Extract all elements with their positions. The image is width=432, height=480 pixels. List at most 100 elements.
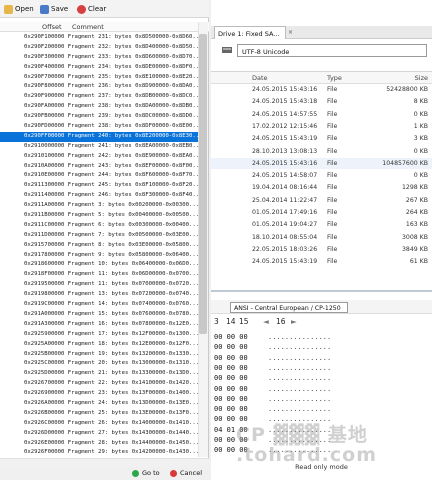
size-column-header[interactable]: Size: [415, 74, 428, 82]
fragment-row[interactable]: 0x290F100000 Fragment 231: bytes 0x8D500…: [0, 33, 198, 43]
file-row[interactable]: 24.05.2015 15:43:16 File 104857600 KB: [211, 157, 432, 169]
fragment-row[interactable]: 0x2911D00000 Fragment 7: bytes 0x0050000…: [0, 231, 198, 241]
fragment-row[interactable]: 0x2926900000 Fragment 23: bytes 0x13F000…: [0, 389, 198, 399]
open-button[interactable]: Open: [4, 3, 34, 15]
file-date: 24.05.2015 15:43:19: [252, 258, 318, 266]
type-column-header[interactable]: Type: [327, 74, 342, 82]
fragment-row[interactable]: 0x2910100000 Fragment 242: bytes 0x8E900…: [0, 152, 198, 162]
fragment-row[interactable]: 0x2925900000 Fragment 17: bytes 0x12F000…: [0, 330, 198, 340]
fragment-row[interactable]: 0x2911300000 Fragment 245: bytes 0x8F100…: [0, 181, 198, 191]
fragment-row[interactable]: 0x2919800000 Fragment 13: bytes 0x072000…: [0, 290, 198, 300]
file-row[interactable]: 24.05.2015 15:43:19 File 61 KB: [211, 256, 432, 267]
fragment-row[interactable]: 0x2926C00000 Fragment 26: bytes 0x140000…: [0, 419, 198, 429]
drive-icon: [221, 44, 233, 56]
file-row[interactable]: 22.05.2015 18:03:26 File 3849 KB: [211, 244, 432, 255]
fragment-row[interactable]: 0x290FD00000 Fragment 238: bytes 0x8DF00…: [0, 122, 198, 132]
clear-button[interactable]: Clear: [77, 3, 106, 15]
watermark: CP ▓▓▓ 基地 .tohard.com: [236, 424, 378, 466]
file-row[interactable]: 24.05.2015 15:43:16 File 52428800 KB: [211, 84, 432, 95]
goto-button[interactable]: Go to: [132, 469, 160, 477]
fragment-row[interactable]: 0x2918600000 Fragment 10: bytes 0x064000…: [0, 260, 198, 270]
date-column-header[interactable]: Date: [252, 74, 268, 82]
file-size: 104857600 KB: [382, 159, 428, 167]
fragment-row[interactable]: 0x2915700000 Fragment 8: bytes 0x03E0000…: [0, 241, 198, 251]
fragment-row[interactable]: 0x2918F00000 Fragment 11: bytes 0x06D000…: [0, 270, 198, 280]
file-row[interactable]: 24.05.2015 15:43:19 File 3 KB: [211, 133, 432, 144]
fragment-row[interactable]: 0x290F300000 Fragment 233: bytes 0x8D600…: [0, 53, 198, 63]
fragment-row[interactable]: 0x290F800000 Fragment 236: bytes 0x8D900…: [0, 82, 198, 92]
nav-value-c: 15: [239, 317, 249, 326]
fragment-row[interactable]: 0x2919C00000 Fragment 14: bytes 0x074000…: [0, 300, 198, 310]
file-size: 1298 KB: [401, 184, 428, 192]
offset-column-header[interactable]: Offset: [42, 23, 62, 31]
save-icon: [40, 4, 49, 14]
save-button[interactable]: Save: [40, 3, 68, 15]
close-icon[interactable]: ×: [288, 30, 294, 36]
hex-encoding-select[interactable]: ANSI - Central European / CP-1250: [230, 302, 348, 313]
fragment-row[interactable]: 0x2925A00000 Fragment 18: bytes 0x12E000…: [0, 340, 198, 350]
fragment-row[interactable]: 0x2917800000 Fragment 9: bytes 0x0580000…: [0, 251, 198, 261]
fragment-row[interactable]: 0x290F200000 Fragment 232: bytes 0x8D400…: [0, 43, 198, 53]
file-row[interactable]: 17.02.2012 12:15:46 File 1 KB: [211, 121, 432, 132]
file-row[interactable]: 24.05.2015 14:58:07 File 0 KB: [211, 170, 432, 181]
fragment-row[interactable]: 0x290F400000 Fragment 234: bytes 0x8DE00…: [0, 63, 198, 73]
horizontal-scrollbar[interactable]: [0, 458, 209, 466]
fragment-row[interactable]: 0x2910E00000 Fragment 244: bytes 0x8F600…: [0, 171, 198, 181]
fragment-row[interactable]: 0x290FB00000 Fragment 239: bytes 0x8DC00…: [0, 112, 198, 122]
fragment-row[interactable]: 0x291A300000 Fragment 16: bytes 0x078000…: [0, 320, 198, 330]
hex-nav-bar: 3 14 15 ◄ 16 ►: [211, 316, 432, 328]
prev-icon[interactable]: ◄: [263, 317, 269, 326]
file-list: Date Type Size 24.05.2015 15:43:16 File 52…: [211, 71, 432, 287]
file-row[interactable]: 28.10.2013 13:08:13 File 0 KB: [211, 146, 432, 157]
fragment-row[interactable]: 0x2926E00000 Fragment 28: bytes 0x144000…: [0, 439, 198, 449]
fragment-row[interactable]: 0x2926A00000 Fragment 24: bytes 0x13D000…: [0, 399, 198, 409]
list-header: Offset Comment: [0, 22, 209, 32]
dialog-footer: Go to Cancel: [0, 466, 209, 480]
fragment-row[interactable]: 0x290FF00000 Fragment 240: bytes 0x8E200…: [0, 131, 198, 142]
scrollbar-thumb[interactable]: [199, 34, 207, 334]
fragment-row[interactable]: 0x2926700000 Fragment 22: bytes 0x141000…: [0, 379, 198, 389]
file-row[interactable]: 19.04.2014 08:16:44 File 1298 KB: [211, 182, 432, 193]
fragment-row[interactable]: 0x2925D00000 Fragment 21: bytes 0x133000…: [0, 369, 198, 379]
fragment-row[interactable]: 0x2926D00000 Fragment 27: bytes 0x143000…: [0, 429, 198, 439]
hex-row: 00 00 00: [214, 353, 248, 362]
file-size: 0 KB: [413, 172, 428, 180]
file-size: 0 KB: [413, 110, 428, 118]
fragment-row[interactable]: 0x2926F00000 Fragment 29: bytes 0x142000…: [0, 448, 198, 457]
file-row[interactable]: 18.10.2014 08:55:04 File 3008 KB: [211, 232, 432, 243]
text-encoding-select[interactable]: UTF-8 Unicode: [237, 44, 427, 57]
file-type: File: [327, 135, 338, 143]
fragment-row[interactable]: 0x291A000000 Fragment 15: bytes 0x076000…: [0, 310, 198, 320]
file-row[interactable]: 01.05.2014 19:04:27 File 163 KB: [211, 219, 432, 230]
fragment-row[interactable]: 0x2926B00000 Fragment 25: bytes 0x13E000…: [0, 409, 198, 419]
file-size: 3 KB: [413, 135, 428, 143]
file-type: File: [327, 159, 338, 167]
file-row[interactable]: 24.05.2015 15:43:18 File 8 KB: [211, 96, 432, 107]
hex-row: 00 00 00: [214, 405, 248, 414]
fragment-row[interactable]: 0x2911B00000 Fragment 5: bytes 0x0040000…: [0, 211, 198, 221]
fragment-row[interactable]: 0x2925B00000 Fragment 19: bytes 0x132000…: [0, 350, 198, 360]
file-row[interactable]: 01.05.2014 17:49:16 File 264 KB: [211, 207, 432, 218]
fragment-row[interactable]: 0x2910A00000 Fragment 243: bytes 0x8EF00…: [0, 162, 198, 172]
fragment-row[interactable]: 0x2925C00000 Fragment 20: bytes 0x130000…: [0, 359, 198, 369]
fragment-row[interactable]: 0x2911A00000 Fragment 3: bytes 0x0020000…: [0, 201, 198, 211]
fragment-row[interactable]: 0x290F700000 Fragment 235: bytes 0x8E100…: [0, 73, 198, 83]
fragment-row[interactable]: 0x290F900000 Fragment 237: bytes 0x8DB00…: [0, 92, 198, 102]
file-type: File: [327, 233, 338, 241]
file-date: 25.04.2014 11:22:47: [252, 196, 318, 204]
file-date: 24.05.2015 15:43:16: [252, 159, 318, 167]
fragment-row[interactable]: 0x2910000000 Fragment 241: bytes 0x8EA00…: [0, 142, 198, 152]
file-date: 24.05.2015 15:43:19: [252, 135, 318, 143]
next-icon[interactable]: ►: [291, 317, 297, 326]
cancel-button[interactable]: Cancel: [170, 469, 202, 477]
file-row[interactable]: 25.04.2014 11:22:47 File 267 KB: [211, 195, 432, 206]
ascii-row: ...............: [268, 333, 332, 341]
fragment-row[interactable]: 0x2919500000 Fragment 11: bytes 0x070000…: [0, 280, 198, 290]
fragment-row[interactable]: 0x2911C00000 Fragment 6: bytes 0x0030000…: [0, 221, 198, 231]
comment-column-header[interactable]: Comment: [72, 23, 104, 31]
pane-splitter[interactable]: [211, 290, 432, 292]
file-row[interactable]: 24.05.2015 14:57:55 File 0 KB: [211, 109, 432, 120]
fragment-row[interactable]: 0x2911400000 Fragment 246: bytes 0x8F300…: [0, 191, 198, 201]
fragment-row[interactable]: 0x290FA00000 Fragment 238: bytes 0x8DA00…: [0, 102, 198, 112]
tab-drive-1[interactable]: Drive 1: Fixed SA...: [214, 26, 286, 39]
